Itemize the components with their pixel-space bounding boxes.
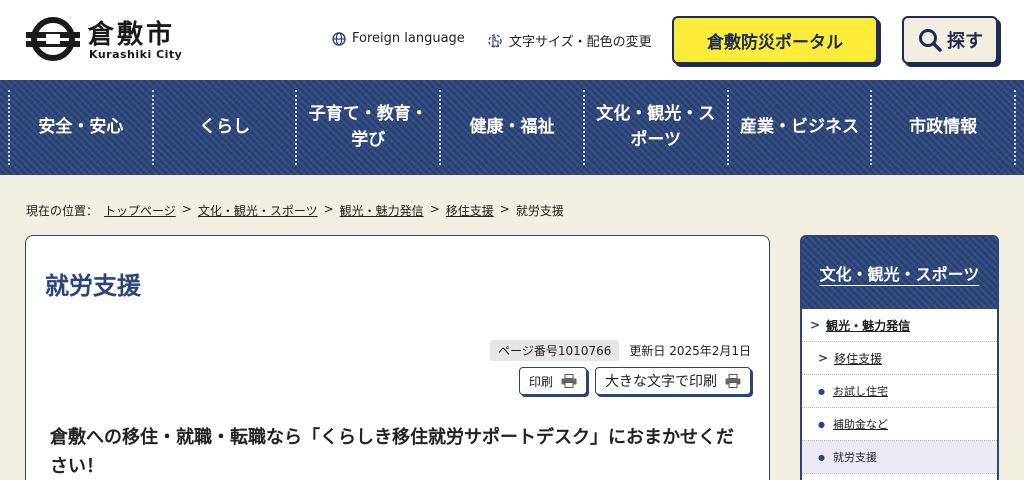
- nav-label: 健康・福祉: [469, 116, 555, 137]
- updated-date: 更新日 2025年2月1日: [629, 344, 751, 358]
- nav-item-living[interactable]: くらし: [154, 90, 298, 165]
- side-item-relocation[interactable]: > 移住支援: [802, 342, 997, 375]
- nav-item-culture-tourism-sports[interactable]: 文化・観光・スポーツ: [585, 90, 729, 165]
- nav-item-industry-business[interactable]: 産業・ビジネス: [729, 90, 873, 165]
- nav-label: 安全・安心: [38, 116, 124, 137]
- main-content: 就労支援 ページ番号1010766 更新日 2025年2月1日 印刷 大きな文字…: [25, 235, 770, 480]
- print-buttons: 印刷 大きな文字で印刷: [518, 367, 751, 395]
- breadcrumb-separator: >: [499, 202, 510, 216]
- nav-item-safety[interactable]: 安全・安心: [8, 90, 154, 165]
- chevron-right-icon: >: [818, 351, 829, 365]
- side-menu-heading-label: 文化・観光・スポーツ: [819, 265, 980, 284]
- page-number-badge: ページ番号1010766: [490, 340, 620, 361]
- nav-label: くらし: [199, 116, 251, 137]
- search-icon: [919, 29, 942, 52]
- side-item-tourism[interactable]: > 観光・魅力発信: [802, 309, 997, 342]
- breadcrumb-separator: >: [429, 202, 440, 216]
- foreign-language-link[interactable]: Foreign language: [332, 31, 465, 46]
- bullet-icon: ●: [818, 419, 825, 429]
- side-item-label: 移住支援: [834, 351, 883, 366]
- side-item-subsidies[interactable]: ● 補助金など: [802, 408, 997, 441]
- printer-icon: [561, 374, 577, 388]
- nav-label: 市政情報: [909, 116, 978, 137]
- nav-item-city-info[interactable]: 市政情報: [872, 90, 1017, 165]
- side-menu-heading[interactable]: 文化・観光・スポーツ: [802, 237, 997, 309]
- foreign-language-label: Foreign language: [352, 31, 465, 46]
- lead-text: 倉敷への移住・就職・転職なら「くらしき移住就労サポートデスク」におまかせください…: [50, 427, 734, 477]
- logo-text: 倉敷市: [88, 20, 176, 50]
- side-item-trial-housing[interactable]: ● お試し住宅: [802, 375, 997, 408]
- print-label: 印刷: [528, 374, 553, 389]
- globe-icon: [332, 31, 346, 46]
- breadcrumb-link-top[interactable]: トップページ: [104, 202, 176, 219]
- nav-label: 産業・ビジネス: [739, 116, 859, 137]
- breadcrumb-link-culture[interactable]: 文化・観光・スポーツ: [198, 202, 318, 219]
- nav-label: 文化・観光・スポーツ: [596, 104, 716, 150]
- nav-item-childcare-education[interactable]: 子育て・教育・学び: [297, 90, 442, 165]
- pointer-hand-icon: [488, 33, 502, 48]
- page-meta: ページ番号1010766 更新日 2025年2月1日: [490, 340, 751, 361]
- logo-subtext: Kurashiki City: [89, 48, 183, 61]
- breadcrumb-separator: >: [323, 202, 334, 216]
- side-item-label: お試し住宅: [832, 385, 888, 398]
- page-title: 就労支援: [45, 272, 141, 300]
- print-large-label: 大きな文字で印刷: [605, 374, 717, 390]
- print-large-button[interactable]: 大きな文字で印刷: [595, 367, 751, 395]
- side-item-label: 観光・魅力発信: [826, 318, 911, 333]
- side-menu: 文化・観光・スポーツ > 観光・魅力発信 > 移住支援 ● お試し住宅 ● 補助…: [800, 235, 999, 480]
- nav-item-health-welfare[interactable]: 健康・福祉: [441, 90, 585, 165]
- print-button[interactable]: 印刷: [518, 367, 587, 395]
- kurashiki-emblem-icon: [26, 17, 80, 61]
- global-navigation: 安全・安心 くらし 子育て・教育・学び 健康・福祉 文化・観光・スポーツ 産業・…: [0, 80, 1024, 175]
- breadcrumb-separator: >: [181, 202, 192, 216]
- chevron-right-icon: >: [810, 318, 821, 332]
- bousai-portal-button[interactable]: 倉敷防災ポータル: [672, 16, 878, 64]
- breadcrumb-link-tourism[interactable]: 観光・魅力発信: [340, 202, 424, 219]
- nav-label: 子育て・教育・学び: [308, 104, 428, 150]
- bullet-icon: ●: [818, 386, 825, 396]
- search-label: 探す: [947, 31, 983, 52]
- text-size-color-label: 文字サイズ・配色の変更: [509, 35, 652, 50]
- side-item-label: 補助金など: [832, 418, 888, 431]
- site-logo[interactable]: 倉敷市 Kurashiki City: [26, 14, 196, 66]
- breadcrumb: 現在の位置： トップページ > 文化・観光・スポーツ > 観光・魅力発信 > 移…: [26, 202, 564, 219]
- side-item-employment-support[interactable]: ● 就労支援: [802, 441, 997, 474]
- breadcrumb-prefix: 現在の位置：: [26, 204, 99, 218]
- side-item-label: 就労支援: [832, 451, 877, 464]
- bousai-portal-label: 倉敷防災ポータル: [707, 32, 843, 53]
- text-size-color-link[interactable]: 文字サイズ・配色の変更: [487, 31, 652, 50]
- breadcrumb-current: 就労支援: [515, 204, 564, 218]
- bullet-icon: ●: [818, 452, 825, 462]
- search-button[interactable]: 探す: [902, 16, 998, 64]
- breadcrumb-link-relocation[interactable]: 移住支援: [446, 202, 494, 219]
- printer-icon: [725, 374, 741, 388]
- site-header: 倉敷市 Kurashiki City Foreign language 文字サイ…: [0, 0, 1024, 80]
